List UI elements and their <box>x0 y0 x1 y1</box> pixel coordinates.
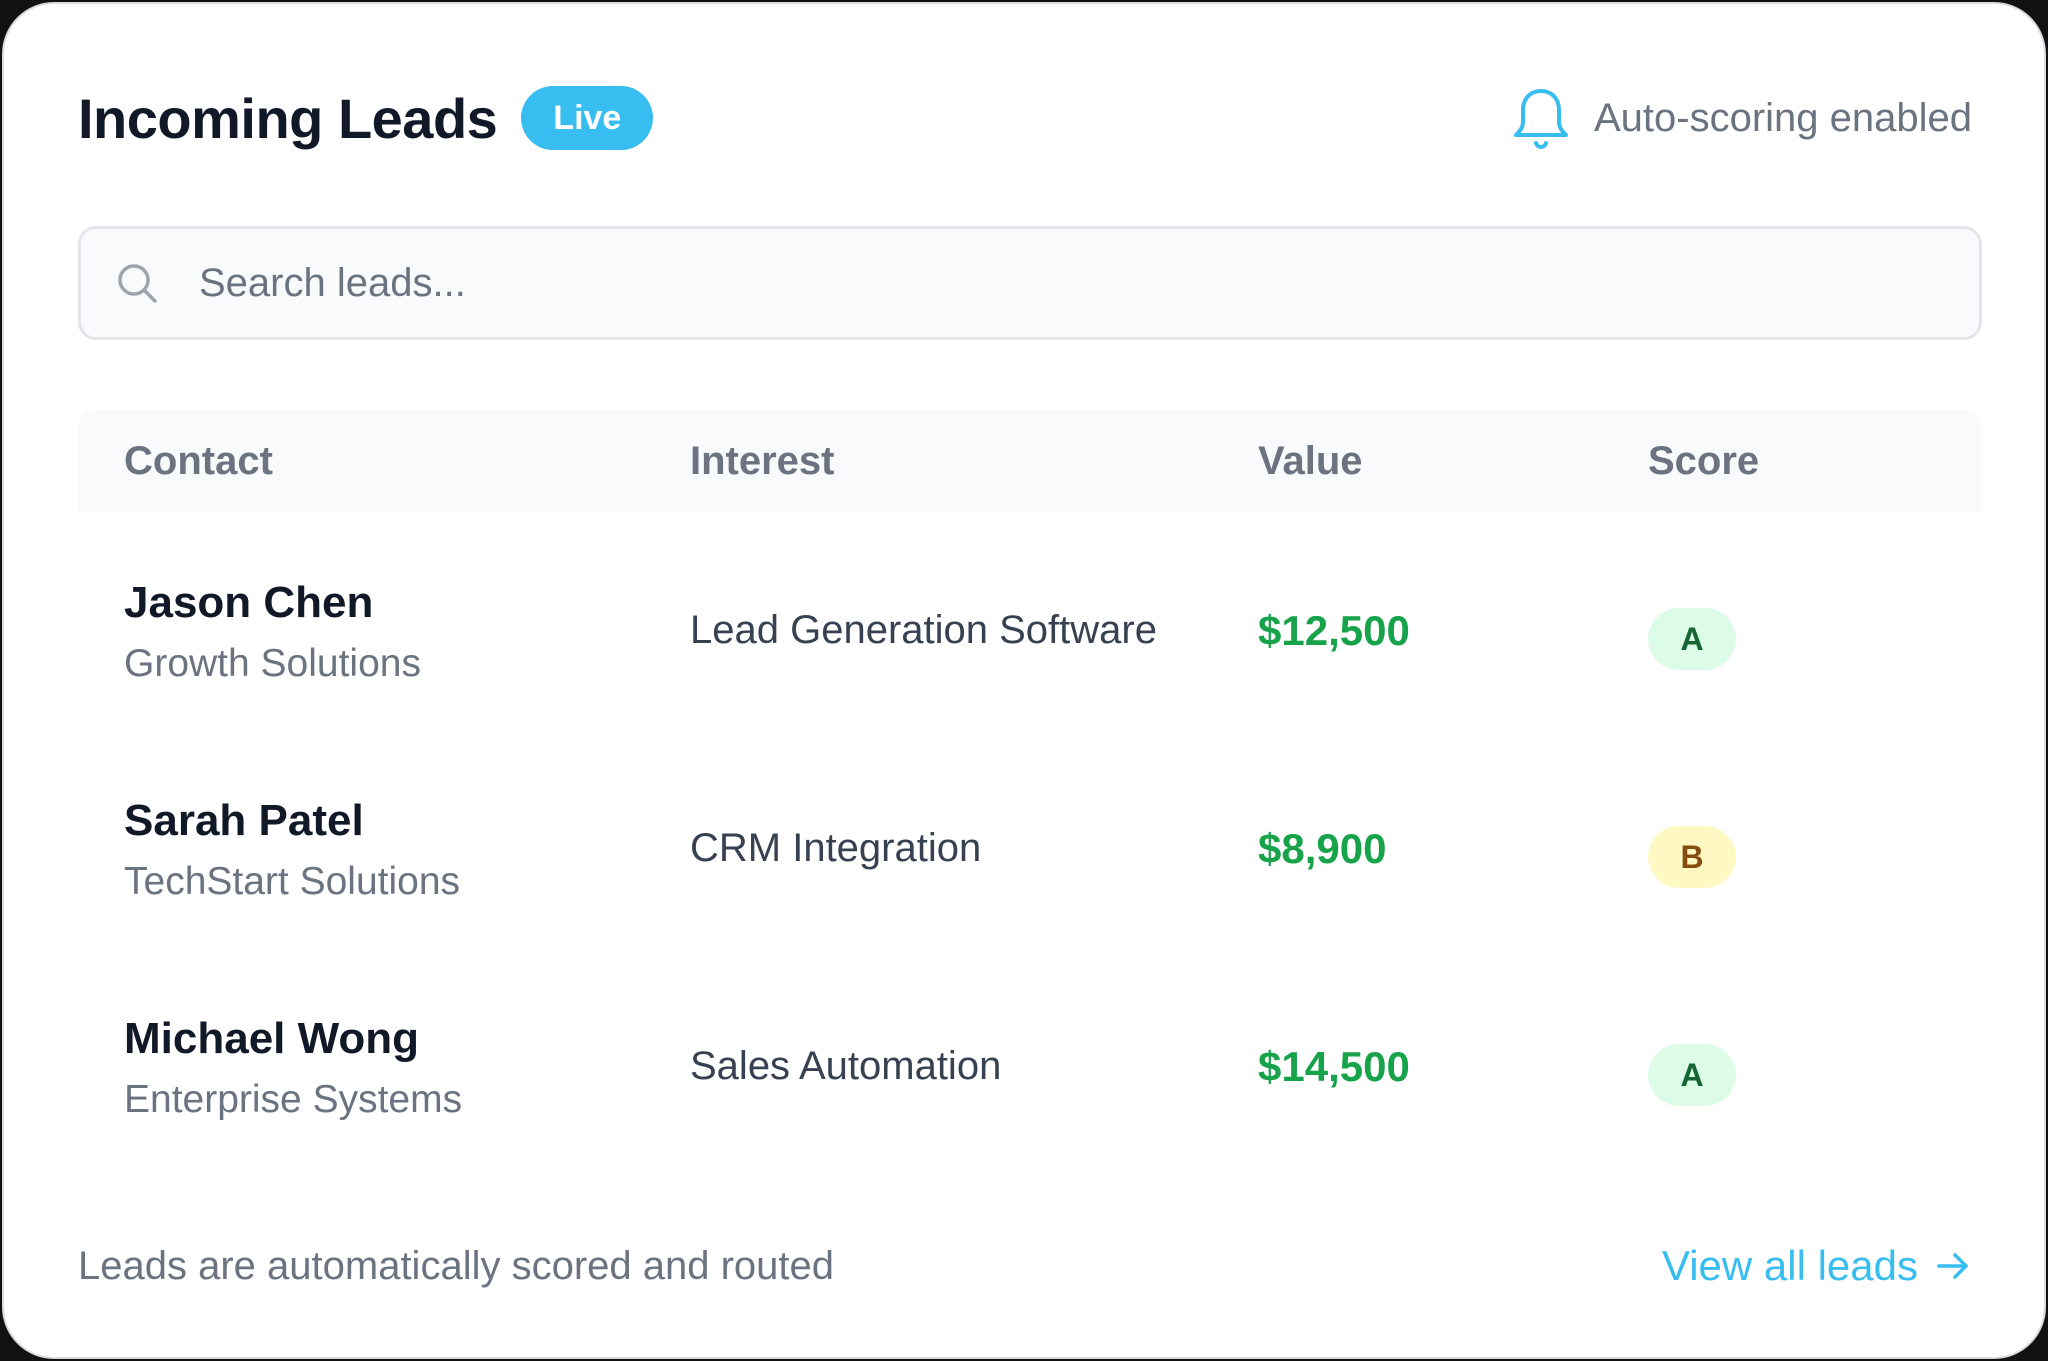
score-badge: B <box>1648 826 1736 888</box>
table-row[interactable]: Sarah Patel TechStart Solutions CRM Inte… <box>78 730 1982 948</box>
search-icon <box>115 261 159 305</box>
footer-note: Leads are automatically scored and route… <box>78 1243 835 1288</box>
interest-cell: CRM Integration <box>690 826 982 870</box>
value-cell: $12,500 <box>1258 607 1410 654</box>
auto-scoring-status: Auto-scoring enabled <box>1512 86 1972 150</box>
table-header: Contact Interest Value Score <box>78 410 1982 512</box>
search-box[interactable] <box>78 226 1982 340</box>
view-all-label: View all leads <box>1661 1242 1918 1289</box>
column-header-contact: Contact <box>124 439 273 483</box>
score-badge: A <box>1648 608 1736 670</box>
card-header: Incoming Leads Live Auto-scoring enabled <box>78 80 1972 156</box>
arrow-right-icon <box>1934 1247 1972 1285</box>
live-badge: Live <box>521 86 654 150</box>
auto-scoring-label: Auto-scoring enabled <box>1593 95 1972 140</box>
contact-company: TechStart Solutions <box>124 860 461 903</box>
view-all-leads-link[interactable]: View all leads <box>1662 1242 1972 1290</box>
table-row[interactable]: Michael Wong Enterprise Systems Sales Au… <box>78 948 1982 1166</box>
interest-cell: Lead Generation Software <box>690 608 1157 652</box>
value-cell: $14,500 <box>1258 1043 1410 1090</box>
contact-cell: Jason Chen Growth Solutions <box>124 578 421 686</box>
contact-name: Michael Wong <box>124 1014 419 1063</box>
bell-icon <box>1512 86 1570 150</box>
search-input[interactable] <box>199 229 1979 337</box>
table-row[interactable]: Jason Chen Growth Solutions Lead Generat… <box>78 512 1982 730</box>
leads-table: Contact Interest Value Score Jason Chen … <box>78 410 1982 1166</box>
title-group: Incoming Leads Live <box>78 86 654 151</box>
score-badge: A <box>1648 1044 1736 1106</box>
contact-name: Sarah Patel <box>124 796 364 845</box>
card-title: Incoming Leads <box>78 86 498 150</box>
contact-company: Growth Solutions <box>124 642 421 685</box>
column-header-interest: Interest <box>690 439 835 483</box>
column-header-score: Score <box>1648 439 1760 483</box>
contact-company: Enterprise Systems <box>124 1078 463 1121</box>
leads-card: Incoming Leads Live Auto-scoring enabled… <box>2 2 2046 1359</box>
contact-cell: Michael Wong Enterprise Systems <box>124 1014 462 1122</box>
contact-cell: Sarah Patel TechStart Solutions <box>124 796 460 904</box>
contact-name: Jason Chen <box>124 578 374 627</box>
card-footer: Leads are automatically scored and route… <box>78 1236 1972 1296</box>
interest-cell: Sales Automation <box>690 1044 1002 1088</box>
column-header-value: Value <box>1258 439 1363 483</box>
value-cell: $8,900 <box>1258 825 1387 872</box>
